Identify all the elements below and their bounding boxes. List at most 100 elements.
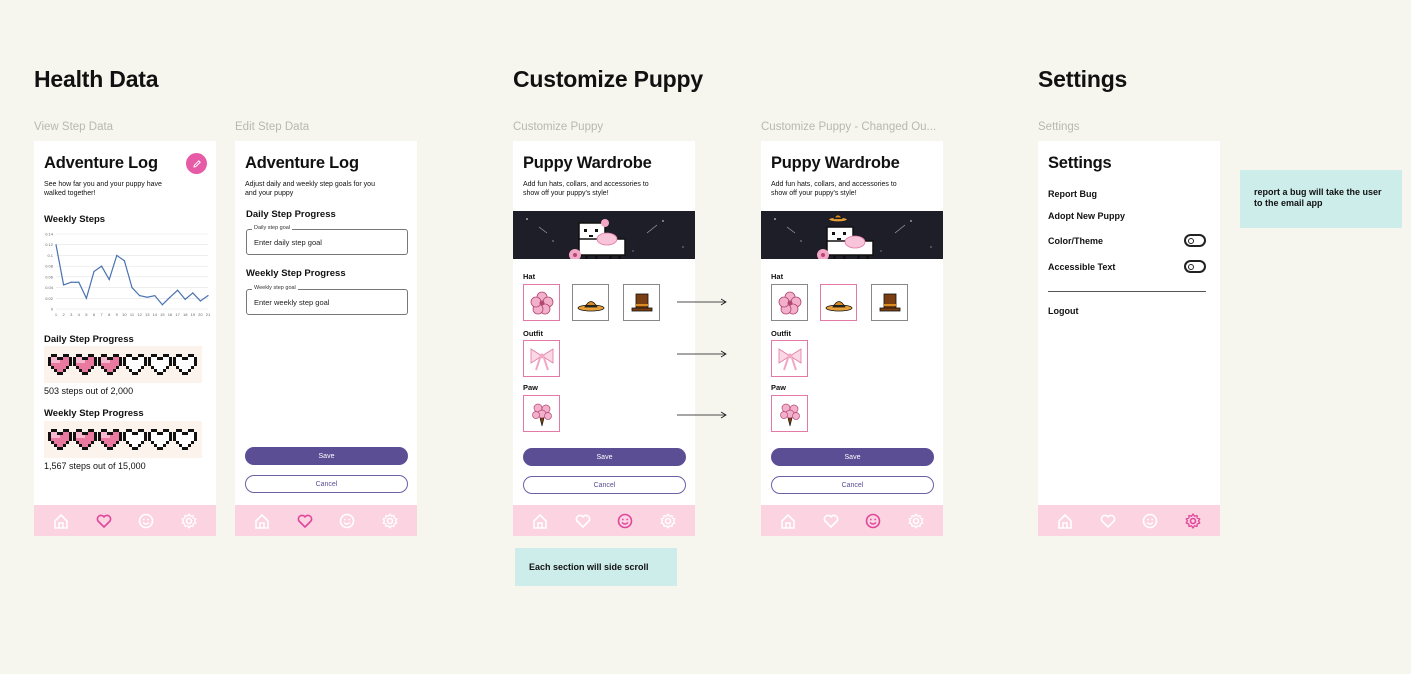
color-theme-toggle[interactable] (1184, 234, 1206, 247)
smiley-icon (617, 513, 633, 528)
bottom-nav (1038, 505, 1220, 536)
x-tick-label: 10 (122, 312, 127, 317)
paw-item-bouquet[interactable] (771, 395, 808, 432)
gear-icon (660, 512, 676, 529)
nav-home-button[interactable] (253, 512, 271, 530)
bow-icon (530, 347, 553, 370)
x-tick-label: 16 (168, 312, 173, 317)
smiley-icon (865, 513, 881, 528)
heart-filled-icon (98, 429, 122, 450)
nav-health-button[interactable] (574, 512, 592, 530)
save-button[interactable]: Save (245, 447, 408, 465)
frame-label-view-step: View Step Data (34, 121, 114, 133)
section-title-settings: Settings (1038, 66, 1128, 92)
hat-item-flower[interactable] (523, 284, 560, 321)
edit-step-screen: Adventure Log Adjust daily and weekly st… (235, 141, 417, 536)
cancel-button[interactable]: Cancel (771, 476, 934, 494)
nav-home-button[interactable] (52, 512, 70, 530)
weekly-progress-heading: Weekly Step Progress (44, 408, 144, 419)
x-tick-label: 15 (160, 312, 165, 317)
save-button[interactable]: Save (523, 448, 686, 466)
data-point (63, 284, 65, 286)
x-tick-label: 11 (130, 312, 135, 317)
daily-hearts (44, 346, 202, 383)
weekly-goal-field[interactable]: Weekly step goal Enter weekly step goal (246, 285, 408, 315)
color-theme-item: Color/Theme (1048, 236, 1104, 246)
nav-settings-button[interactable] (1184, 512, 1202, 530)
cherry-blossom-icon (530, 291, 553, 314)
paw-item-bouquet[interactable] (523, 395, 560, 432)
nav-settings-button[interactable] (180, 512, 198, 530)
nav-health-button[interactable] (296, 512, 314, 530)
daily-goal-label: Daily step goal (252, 225, 293, 231)
x-tick-label: 12 (137, 312, 142, 317)
hat-item-straw[interactable] (572, 284, 609, 321)
nav-settings-button[interactable] (381, 512, 399, 530)
hat-item-straw[interactable] (820, 284, 857, 321)
outfit-item-bow[interactable] (523, 340, 560, 377)
accessible-text-item: Accessible Text (1048, 262, 1116, 272)
page-title: Puppy Wardrobe (523, 154, 652, 172)
weekly-hearts (44, 421, 202, 458)
nav-settings-button[interactable] (907, 512, 925, 530)
nav-customize-button[interactable] (338, 512, 356, 530)
x-tick-label: 21 (206, 312, 211, 317)
nav-customize-button[interactable] (137, 512, 155, 530)
daily-goal-field[interactable]: Daily step goal Enter daily step goal (246, 225, 408, 255)
report-bug-item[interactable]: Report Bug (1048, 189, 1097, 199)
adopt-puppy-item[interactable]: Adopt New Puppy (1048, 211, 1125, 221)
y-tick-label: 0.12 (45, 242, 54, 247)
x-tick-label: 13 (145, 312, 150, 317)
nav-home-button[interactable] (779, 512, 797, 530)
hat-label: Hat (771, 272, 784, 281)
toggle-knob (1188, 237, 1194, 244)
x-tick-label: 17 (175, 312, 180, 317)
hat-label: Hat (523, 272, 536, 281)
daily-progress-heading: Daily Step Progress (44, 334, 134, 345)
nav-health-button[interactable] (95, 512, 113, 530)
heart-icon (96, 514, 112, 528)
nav-health-button[interactable] (1099, 512, 1117, 530)
gear-icon (908, 512, 924, 529)
data-point (139, 295, 141, 297)
hat-item-top-hat[interactable] (871, 284, 908, 321)
hat-item-flower[interactable] (771, 284, 808, 321)
nav-home-button[interactable] (531, 512, 549, 530)
edit-button[interactable] (186, 153, 207, 174)
nav-health-button[interactable] (822, 512, 840, 530)
logout-item[interactable]: Logout (1048, 306, 1079, 316)
cancel-button[interactable]: Cancel (523, 476, 686, 494)
arrow-right-icon (677, 298, 727, 306)
arrow-right-icon (677, 350, 727, 358)
nav-settings-button[interactable] (659, 512, 677, 530)
bottom-nav (34, 505, 216, 536)
straw-hat-icon (825, 300, 852, 311)
nav-customize-button[interactable] (864, 512, 882, 530)
outfit-item-bow[interactable] (771, 340, 808, 377)
weekly-goal-placeholder: Enter weekly step goal (254, 298, 330, 307)
weekly-steps-text: 1,567 steps out of 15,000 (44, 461, 146, 471)
x-tick-label: 7 (100, 312, 103, 317)
gear-icon (382, 512, 398, 529)
page-title: Adventure Log (245, 154, 359, 172)
heart-empty-icon (173, 429, 197, 450)
cancel-button[interactable]: Cancel (245, 475, 408, 493)
nav-customize-button[interactable] (616, 512, 634, 530)
nav-customize-button[interactable] (1141, 512, 1159, 530)
gear-icon (181, 512, 197, 529)
heart-empty-icon (148, 429, 172, 450)
x-tick-label: 18 (183, 312, 188, 317)
nav-home-button[interactable] (1056, 512, 1074, 530)
accessible-text-toggle[interactable] (1184, 260, 1206, 273)
section-title-customize: Customize Puppy (513, 66, 703, 92)
smiley-icon (1142, 513, 1158, 528)
heart-icon (1100, 514, 1116, 528)
data-point (123, 260, 125, 262)
daily-steps-text: 503 steps out of 2,000 (44, 386, 134, 396)
divider (1048, 291, 1206, 292)
hat-item-top-hat[interactable] (623, 284, 660, 321)
data-point (161, 304, 163, 306)
save-button[interactable]: Save (771, 448, 934, 466)
home-icon (533, 513, 548, 529)
home-icon (255, 513, 270, 529)
